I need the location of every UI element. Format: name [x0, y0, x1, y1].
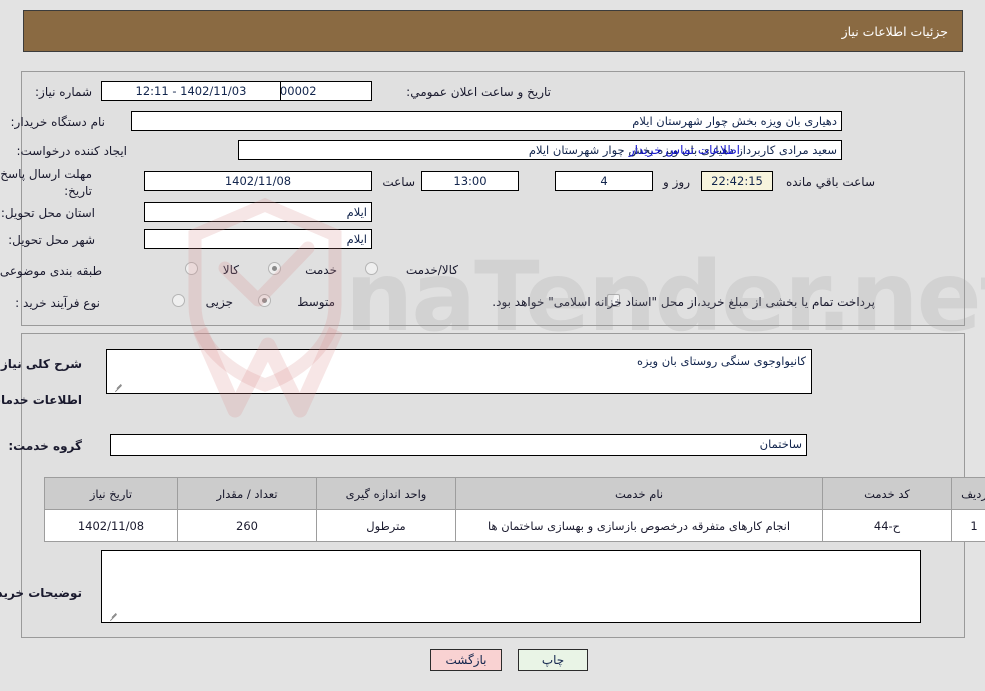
radio-category-khedmat[interactable] — [268, 262, 281, 275]
requester-value: سعید مرادی کاربرداز دهیاری بان ویزه بخش … — [238, 140, 842, 160]
radio-process-motevaset[interactable] — [258, 294, 271, 307]
print-button[interactable]: چاپ — [518, 649, 588, 671]
summary-label: شرح کلی نیاز: — [0, 357, 82, 371]
cell-row-index: 1 — [951, 509, 985, 542]
buyer-notes-label: توضیحات خریدار: — [0, 586, 82, 600]
summary-textarea[interactable]: کانیواوجوی سنگی روستای بان ویزه — [106, 349, 812, 394]
header-bar: جزئیات اطلاعات نیاز — [23, 10, 963, 52]
category-label: طبقه بندی موضوعی: — [0, 264, 102, 278]
radio-category-kala-label: کالا — [222, 263, 239, 277]
col-header-row: ردیف — [951, 477, 985, 510]
radio-category-kala[interactable] — [185, 262, 198, 275]
deadline-time-value: 13:00 — [421, 171, 519, 191]
announcement-value: 12:11 - 1402/11/03 — [101, 81, 281, 101]
treasury-bonds-text: پرداخت تمام یا بخشی از مبلغ خرید،از محل … — [492, 295, 875, 309]
radio-category-kala-khedmat[interactable] — [365, 262, 378, 275]
remaining-hours-label: ساعت باقي مانده — [785, 175, 875, 189]
deadline-label-line1: مهلت ارسال پاسخ: تا — [0, 167, 92, 181]
table-header-row: ردیف کد خدمت نام خدمت واحد اندازه گیری ت… — [44, 477, 985, 510]
province-value: ایلام — [144, 202, 372, 222]
countdown-timer: 22:42:15 — [701, 171, 773, 191]
col-header-code: کد خدمت — [822, 477, 952, 510]
col-header-unit: واحد اندازه گیری — [316, 477, 456, 510]
province-label: استان محل تحویل: — [0, 206, 95, 220]
need-number-label: شماره نیاز: — [35, 85, 92, 99]
services-table: ردیف کد خدمت نام خدمت واحد اندازه گیری ت… — [44, 477, 985, 542]
cell-service-code: ح-44 — [822, 509, 952, 542]
need-info-panel — [21, 71, 965, 326]
cell-quantity: 260 — [177, 509, 317, 542]
radio-process-jozei[interactable] — [172, 294, 185, 307]
buyer-org-label: نام دستگاه خریدار: — [10, 115, 106, 129]
deadline-date-value: 1402/11/08 — [144, 171, 372, 191]
deadline-label-line2: تاریخ: — [64, 184, 92, 198]
col-header-name: نام خدمت — [455, 477, 823, 510]
hour-label: ساعت — [382, 175, 415, 189]
radio-process-motevaset-label: متوسط — [297, 295, 335, 309]
radio-category-kala-khedmat-label: کالا/خدمت — [405, 263, 458, 277]
col-header-date: تاریخ نیاز — [44, 477, 178, 510]
buyer-contact-link[interactable]: اطلاعات تماس خریدار — [629, 143, 740, 157]
service-group-label: گروه خدمت: — [8, 439, 82, 453]
city-label: شهر محل تحویل: — [8, 233, 95, 247]
buyer-org-value: دهیاری بان ویزه بخش چوار شهرستان ایلام — [131, 111, 842, 131]
announcement-label: تاریخ و ساعت اعلان عمومي: — [406, 85, 551, 99]
page-title: جزئیات اطلاعات نیاز — [841, 23, 948, 39]
process-type-label: نوع فرآیند خرید : — [15, 296, 100, 310]
cell-unit: مترطول — [316, 509, 456, 542]
col-header-qty: تعداد / مقدار — [177, 477, 317, 510]
radio-category-khedmat-label: خدمت — [305, 263, 337, 277]
service-group-value: ساختمان — [110, 434, 807, 456]
page-root: naTender.net جزئیات اطلاعات نیاز شماره ن… — [0, 0, 985, 691]
days-label: روز و — [663, 175, 690, 189]
requester-label: ایجاد کننده درخواست: — [16, 144, 127, 158]
back-button[interactable]: بازگشت — [430, 649, 502, 671]
cell-need-date: 1402/11/08 — [44, 509, 178, 542]
cell-service-name: انجام کارهای متفرقه درخصوص بازسازی و بهس… — [455, 509, 823, 542]
services-section-heading: اطلاعات خدمات مورد نیاز — [0, 393, 82, 407]
buyer-notes-textarea[interactable] — [101, 550, 921, 623]
radio-process-jozei-label: جزیی — [205, 295, 233, 309]
days-remaining-value: 4 — [555, 171, 653, 191]
table-row: 1 ح-44 انجام کارهای متفرقه درخصوص بازساز… — [44, 509, 985, 542]
city-value: ایلام — [144, 229, 372, 249]
